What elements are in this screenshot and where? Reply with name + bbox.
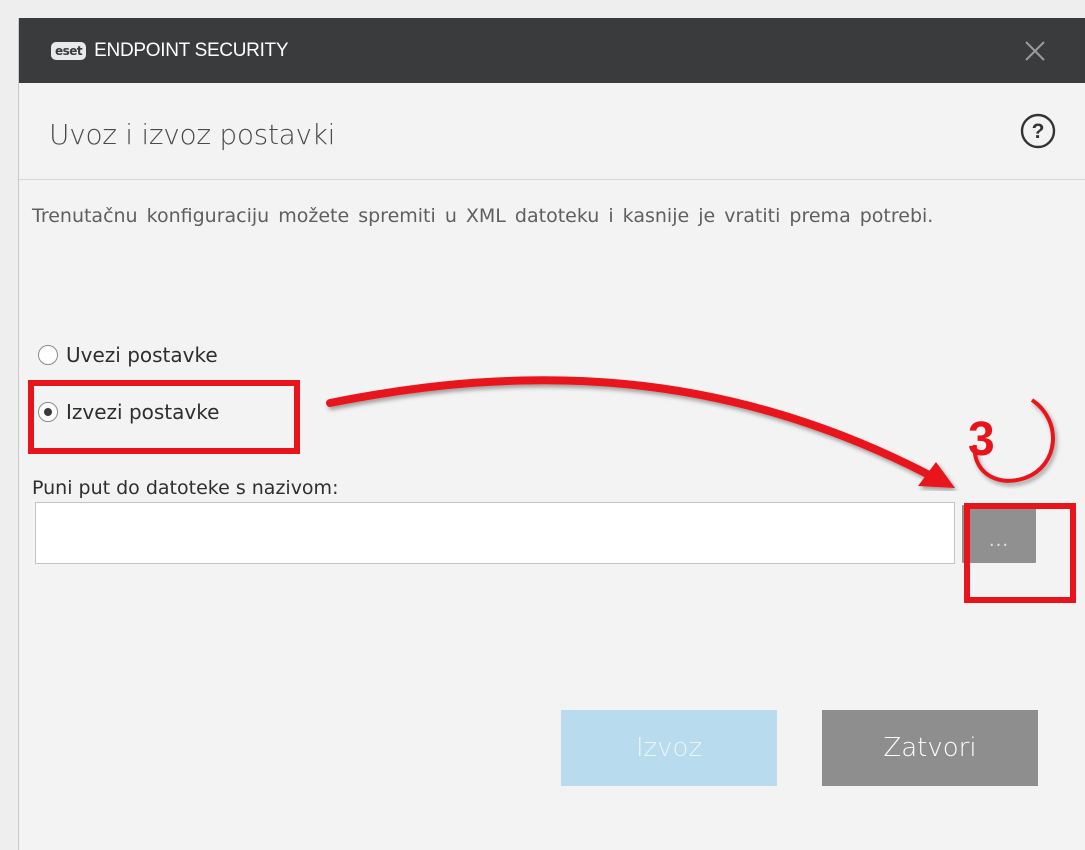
page-title: Uvoz i izvoz postavki <box>49 118 336 151</box>
product-name: ENDPOINT SECURITY <box>94 40 289 61</box>
step-number: 3 <box>968 413 995 466</box>
help-icon[interactable]: ? <box>1020 113 1056 149</box>
close-icon[interactable] <box>1020 36 1050 66</box>
highlight-box-radio <box>28 380 300 454</box>
close-button[interactable]: Zatvori <box>822 710 1038 786</box>
export-button[interactable]: Izvoz <box>561 710 777 786</box>
import-settings-radio[interactable]: Uvezi postavke <box>38 342 218 368</box>
title-bar: eset ENDPOINT SECURITY <box>19 18 1085 83</box>
dialog-header: Uvoz i izvoz postavki ? <box>19 83 1085 180</box>
radio-label: Uvezi postavke <box>66 343 218 367</box>
highlight-box-browse <box>964 503 1076 603</box>
eset-logo: eset ENDPOINT SECURITY <box>51 40 289 61</box>
description-text: Trenutačnu konfiguraciju možete spremiti… <box>32 205 934 227</box>
radio-button[interactable] <box>38 345 58 365</box>
svg-text:?: ? <box>1032 120 1045 143</box>
path-label: Puni put do datoteke s nazivom: <box>32 477 339 499</box>
file-path-input[interactable] <box>35 502 955 564</box>
logo-badge: eset <box>51 42 87 60</box>
